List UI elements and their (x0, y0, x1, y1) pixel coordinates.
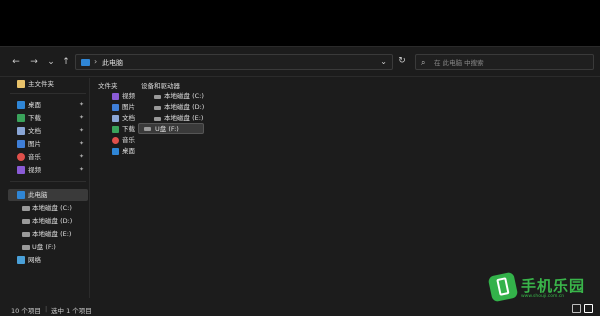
usb-drive-icon (22, 245, 30, 250)
forward-arrow-icon: → (30, 57, 38, 67)
forward-button[interactable]: → (28, 56, 40, 68)
document-icon (17, 127, 25, 135)
drives-group-title: 设备和驱动器 (141, 82, 180, 90)
folder-label: 下载 (122, 125, 135, 133)
sidebar-item-label: U盘 (F:) (32, 243, 56, 251)
breadcrumb-this-pc[interactable]: 此电脑 (102, 58, 123, 68)
pictures-icon (17, 140, 25, 148)
refresh-icon: ↻ (398, 56, 406, 66)
sidebar-item-label: 主文件夹 (28, 80, 54, 88)
search-icon: ⌕ (421, 58, 426, 67)
search-box[interactable]: ⌕ (415, 54, 594, 70)
breadcrumb-separator-icon: › (94, 57, 98, 66)
chevron-down-icon: ⌄ (47, 57, 55, 67)
pin-icon[interactable]: ✦ (79, 99, 84, 111)
divider (10, 93, 86, 94)
selection-count: 选中 1 个项目 (51, 307, 92, 315)
usb-drive-icon (144, 127, 151, 131)
sidebar-item-desktop[interactable]: 桌面 ✦ (8, 99, 88, 111)
drive-f[interactable]: U盘 (F:) (138, 123, 204, 134)
sidebar-item-videos[interactable]: 视频 ✦ (8, 164, 88, 176)
status-separator: | (45, 305, 48, 313)
watermark-url: www.shouji.com.cn (521, 294, 565, 299)
folders-group-title: 文件夹 (98, 82, 118, 90)
document-icon (112, 115, 119, 122)
sidebar-item-label: 本地磁盘 (E:) (32, 230, 72, 238)
drive-icon (154, 106, 161, 110)
up-arrow-icon: ↑ (62, 57, 70, 67)
up-button[interactable]: ↑ (60, 56, 72, 68)
desktop-icon (17, 101, 25, 109)
refresh-button[interactable]: ↻ (396, 55, 408, 67)
sidebar-item-this-pc[interactable]: 此电脑 (8, 189, 88, 201)
recent-locations-button[interactable]: ⌄ (45, 56, 57, 68)
search-input[interactable] (434, 57, 584, 68)
phone-logo-icon (487, 271, 519, 303)
content-pane: 文件夹 视频 图片 文档 下载 音乐 桌面 设备和驱动器 本地磁盘 (C:) 本… (92, 78, 597, 298)
download-icon (112, 126, 119, 133)
sidebar-item-label: 视频 (28, 166, 41, 174)
watermark: 手机乐园 www.shouji.com.cn (487, 270, 588, 306)
music-icon (17, 153, 25, 161)
drive-label: 本地磁盘 (D:) (164, 103, 205, 111)
drive-icon (22, 219, 30, 224)
sidebar-item-music[interactable]: 音乐 ✦ (8, 151, 88, 163)
pin-icon[interactable]: ✦ (79, 138, 84, 150)
top-black-area (0, 0, 600, 46)
sidebar-item-drive-e[interactable]: 本地磁盘 (E:) (8, 228, 88, 240)
sidebar-item-label: 图片 (28, 140, 41, 148)
sidebar-item-drive-f[interactable]: U盘 (F:) (8, 241, 88, 253)
watermark-text: 手机乐园 (521, 277, 586, 295)
pin-icon[interactable]: ✦ (79, 151, 84, 163)
sidebar-item-label: 网络 (28, 256, 41, 264)
navigation-bar: ← → ⌄ ↑ › 此电脑 ⌄ ↻ ⌕ (0, 47, 600, 77)
divider (10, 181, 86, 182)
back-arrow-icon: ← (12, 57, 20, 67)
drive-label: 本地磁盘 (C:) (164, 92, 204, 100)
computer-icon (81, 59, 90, 66)
computer-icon (17, 191, 25, 199)
drive-label: U盘 (F:) (155, 125, 179, 133)
sidebar-item-home[interactable]: 主文件夹 (8, 78, 88, 90)
sidebar-item-label: 此电脑 (28, 191, 48, 199)
sidebar-item-documents[interactable]: 文档 ✦ (8, 125, 88, 137)
sidebar-item-network[interactable]: 网络 (8, 254, 88, 266)
back-button[interactable]: ← (10, 56, 22, 68)
sidebar-item-label: 音乐 (28, 153, 41, 161)
folder-label: 音乐 (122, 136, 135, 144)
sidebar-item-label: 本地磁盘 (C:) (32, 204, 72, 212)
desktop-icon (112, 148, 119, 155)
drive-icon (154, 117, 161, 121)
music-icon (112, 137, 119, 144)
item-count: 10 个项目 (11, 307, 41, 315)
sidebar-item-label: 文档 (28, 127, 41, 135)
address-bar[interactable]: › 此电脑 ⌄ (75, 54, 393, 70)
sidebar-item-label: 本地磁盘 (D:) (32, 217, 73, 225)
sidebar-item-label: 桌面 (28, 101, 41, 109)
address-dropdown-icon[interactable]: ⌄ (380, 57, 387, 66)
navigation-pane: 主文件夹 桌面 ✦ 下载 ✦ 文档 ✦ 图片 ✦ 音乐 ✦ 视频 ✦ 此电脑 本… (0, 78, 90, 298)
video-icon (112, 93, 119, 100)
folder-label: 文档 (122, 114, 135, 122)
folder-label: 图片 (122, 103, 135, 111)
drive-icon (154, 95, 161, 99)
sidebar-item-label: 下载 (28, 114, 41, 122)
sidebar-item-drive-c[interactable]: 本地磁盘 (C:) (8, 202, 88, 214)
network-icon (17, 256, 25, 264)
sidebar-item-drive-d[interactable]: 本地磁盘 (D:) (8, 215, 88, 227)
drive-icon (22, 206, 30, 211)
pin-icon[interactable]: ✦ (79, 125, 84, 137)
drive-icon (22, 232, 30, 237)
sidebar-item-pictures[interactable]: 图片 ✦ (8, 138, 88, 150)
video-icon (17, 166, 25, 174)
folder-label: 视频 (122, 92, 135, 100)
pictures-icon (112, 104, 119, 111)
home-icon (17, 80, 25, 88)
sidebar-item-downloads[interactable]: 下载 ✦ (8, 112, 88, 124)
pin-icon[interactable]: ✦ (79, 112, 84, 124)
folder-label: 桌面 (122, 147, 135, 155)
download-icon (17, 114, 25, 122)
pin-icon[interactable]: ✦ (79, 164, 84, 176)
